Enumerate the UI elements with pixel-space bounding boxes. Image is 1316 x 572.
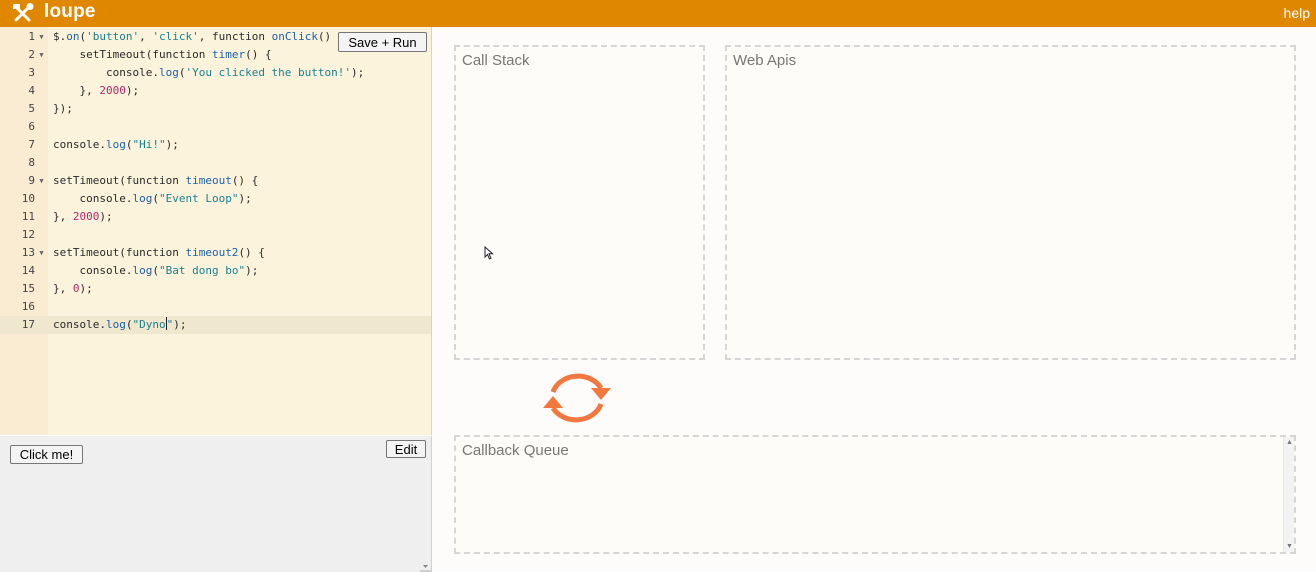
code-line[interactable]: 10 console.log("Event Loop"); [0, 190, 431, 208]
code-text: setTimeout(function timeout2() { [53, 246, 265, 259]
call-stack-panel: Call Stack [454, 45, 705, 360]
line-number: 5 [28, 102, 35, 115]
line-number: 1 [28, 30, 35, 43]
code-text: console.log("Hi!"); [53, 138, 179, 151]
line-number: 9 [28, 174, 35, 187]
line-number: 4 [28, 84, 35, 97]
code-line[interactable]: 11 }, 2000); [0, 208, 431, 226]
code-text: setTimeout(function timer() { [53, 48, 272, 61]
code-line[interactable]: 4 }, 2000); [0, 82, 431, 100]
web-apis-panel: Web Apis [725, 45, 1296, 360]
fold-arrow-icon[interactable]: ▼ [37, 172, 46, 190]
code-text: console.log("Dyno"); [53, 317, 187, 331]
code-line[interactable]: 14 console.log("Bat dong bo"); [0, 262, 431, 280]
preview-scroll-down-icon[interactable] [420, 548, 431, 572]
fold-arrow-icon[interactable]: ▼ [37, 28, 46, 46]
callback-queue-panel: Callback Queue ▲ ▼ [454, 435, 1296, 554]
code-text: console.log("Event Loop"); [53, 192, 252, 205]
edit-button[interactable]: Edit [386, 440, 426, 458]
app-title: loupe [44, 1, 96, 22]
refresh-cycle-icon [543, 373, 611, 423]
code-line[interactable]: 17 console.log("Dyno"); [0, 316, 431, 334]
line-number: 3 [28, 66, 35, 79]
line-number: 6 [28, 120, 35, 133]
line-number: 16 [21, 300, 35, 313]
line-number: 12 [21, 228, 35, 241]
top-bar: loupe help [0, 0, 1316, 27]
callback-queue-scrollbar[interactable]: ▲ ▼ [1283, 437, 1294, 552]
line-number: 7 [28, 138, 35, 151]
code-text: }, 2000); [53, 84, 140, 97]
code-line[interactable]: 13 ▼ setTimeout(function timeout2() { [0, 244, 431, 262]
code-line[interactable]: 5}); [0, 100, 431, 118]
line-number: 2 [28, 48, 35, 61]
code-line[interactable]: 16 [0, 298, 431, 316]
line-number: 17 [21, 318, 35, 331]
line-number: 15 [21, 282, 35, 295]
code-line[interactable]: 8 [0, 154, 431, 172]
code-line[interactable]: 3 console.log('You clicked the button!')… [0, 64, 431, 82]
line-number: 14 [21, 264, 35, 277]
scroll-down-icon[interactable]: ▼ [1286, 543, 1293, 550]
code-editor[interactable]: 1 ▼ $.on('button', 'click', function onCli… [0, 27, 432, 435]
mouse-pointer-icon [484, 246, 494, 260]
code-text: }); [53, 102, 73, 115]
code-line[interactable]: 7 console.log("Hi!"); [0, 136, 431, 154]
fold-arrow-icon[interactable]: ▼ [37, 244, 46, 262]
code-text: console.log("Bat dong bo"); [53, 264, 259, 277]
line-number: 10 [21, 192, 35, 205]
hammer-wrench-icon [13, 3, 34, 22]
code-text: console.log('You clicked the button!'); [53, 66, 365, 79]
code-line[interactable]: 9 ▼ setTimeout(function timeout() { [0, 172, 431, 190]
web-apis-title: Web Apis [733, 52, 797, 69]
code-text: $.on('button', 'click', function onClick… [53, 30, 345, 43]
scroll-up-icon[interactable]: ▲ [1286, 439, 1293, 446]
help-link[interactable]: help [1284, 5, 1310, 21]
line-number: 11 [21, 210, 35, 223]
code-line[interactable]: 12 [0, 226, 431, 244]
code-text: }, 0); [53, 282, 93, 295]
callback-queue-title: Callback Queue [462, 442, 569, 459]
code-line[interactable]: 6 [0, 118, 431, 136]
line-number: 13 [21, 246, 35, 259]
code-text: }, 2000); [53, 210, 113, 223]
fold-arrow-icon[interactable]: ▼ [37, 46, 46, 64]
code-text: setTimeout(function timeout() { [53, 174, 259, 187]
line-number: 8 [28, 156, 35, 169]
save-run-button[interactable]: Save + Run [338, 32, 427, 52]
preview-pane: Click me! Edit [0, 436, 432, 572]
code-line[interactable]: 15 }, 0); [0, 280, 431, 298]
click-me-button[interactable]: Click me! [10, 445, 83, 464]
call-stack-title: Call Stack [462, 52, 530, 69]
